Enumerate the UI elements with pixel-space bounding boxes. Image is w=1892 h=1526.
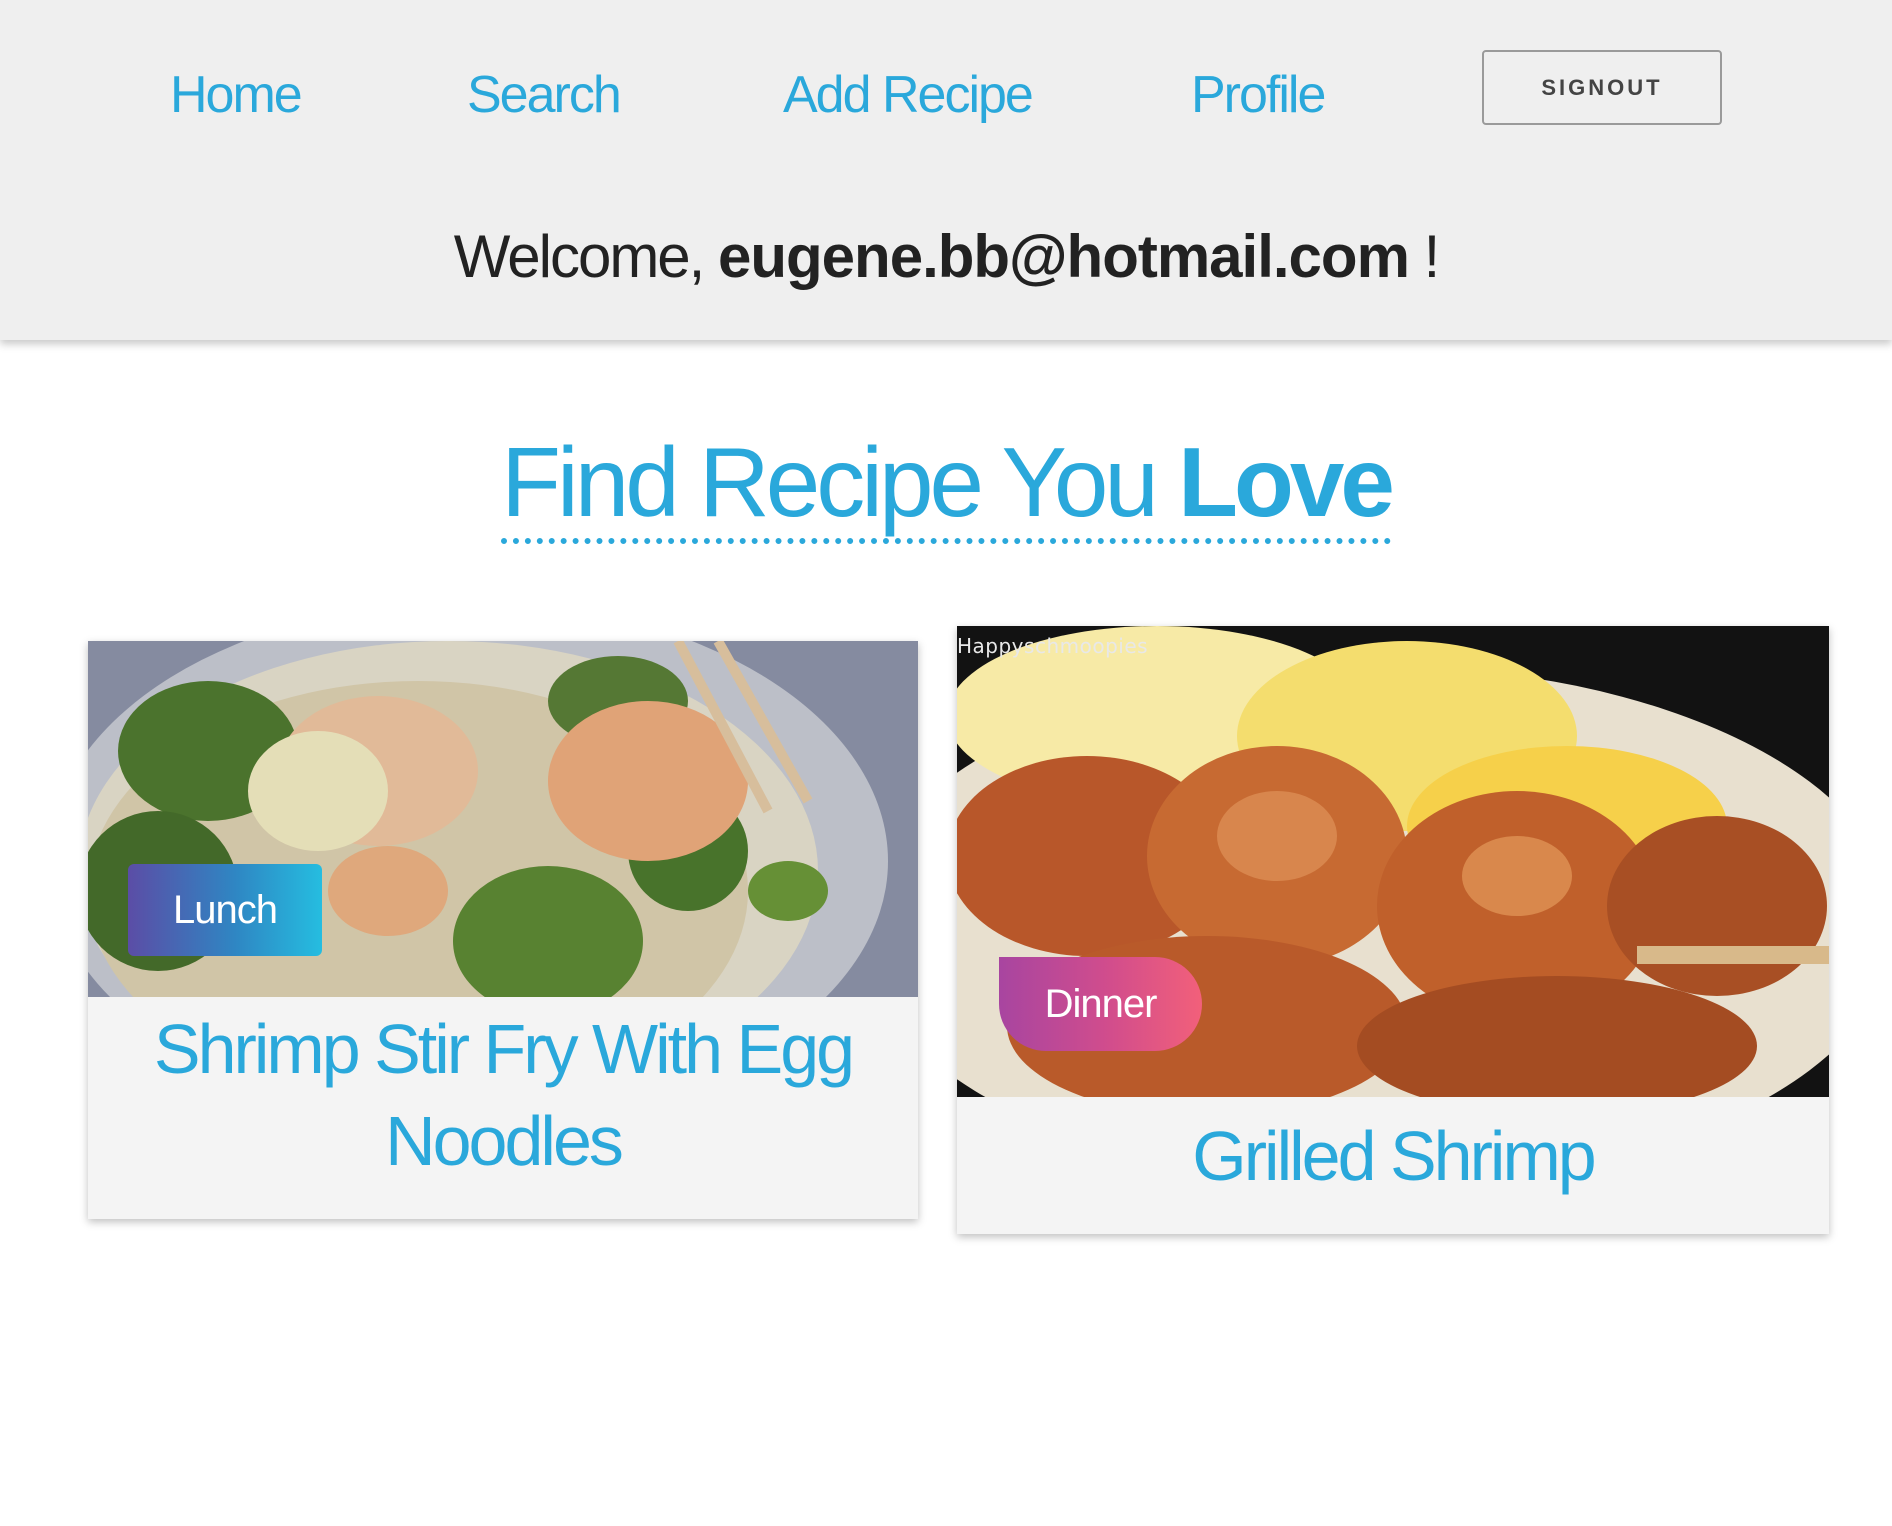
signout-button[interactable]: SIGNOUT xyxy=(1482,50,1722,125)
category-badge: Dinner xyxy=(999,957,1202,1051)
recipe-image: Happyschmoopies Dinner xyxy=(957,626,1829,1097)
hero-heading: Find Recipe You Love xyxy=(501,432,1395,544)
nav-home-link[interactable]: Home xyxy=(170,65,303,125)
recipe-title[interactable]: Shrimp Stir Fry With Egg Noodles xyxy=(88,1003,918,1187)
welcome-suffix: ! xyxy=(1423,223,1441,290)
nav-add-recipe-link[interactable]: Add Recipe xyxy=(783,65,1034,125)
recipe-title[interactable]: Grilled Shrimp xyxy=(957,1110,1829,1202)
category-badge: Lunch xyxy=(128,864,322,956)
welcome-prefix: Welcome, xyxy=(453,223,706,290)
welcome-message: Welcome, eugene.bb@hotmail.com ! xyxy=(0,222,1892,291)
top-header: Home Search Add Recipe Profile SIGNOUT W… xyxy=(0,0,1892,340)
hero-title-light: Find Recipe You xyxy=(501,427,1159,537)
recipe-image: Lunch xyxy=(88,641,918,997)
hero-title: Find Recipe You Love xyxy=(0,432,1892,544)
image-watermark: Happyschmoopies xyxy=(957,634,1149,658)
recipe-card[interactable]: Lunch Shrimp Stir Fry With Egg Noodles xyxy=(88,641,918,1219)
nav-profile-link[interactable]: Profile xyxy=(1191,65,1326,125)
hero-title-bold: Love xyxy=(1178,427,1395,537)
nav-search-link[interactable]: Search xyxy=(467,65,622,125)
user-email: eugene.bb@hotmail.com xyxy=(718,223,1410,290)
recipe-card[interactable]: Happyschmoopies Dinner Grilled Shrimp xyxy=(957,626,1829,1234)
